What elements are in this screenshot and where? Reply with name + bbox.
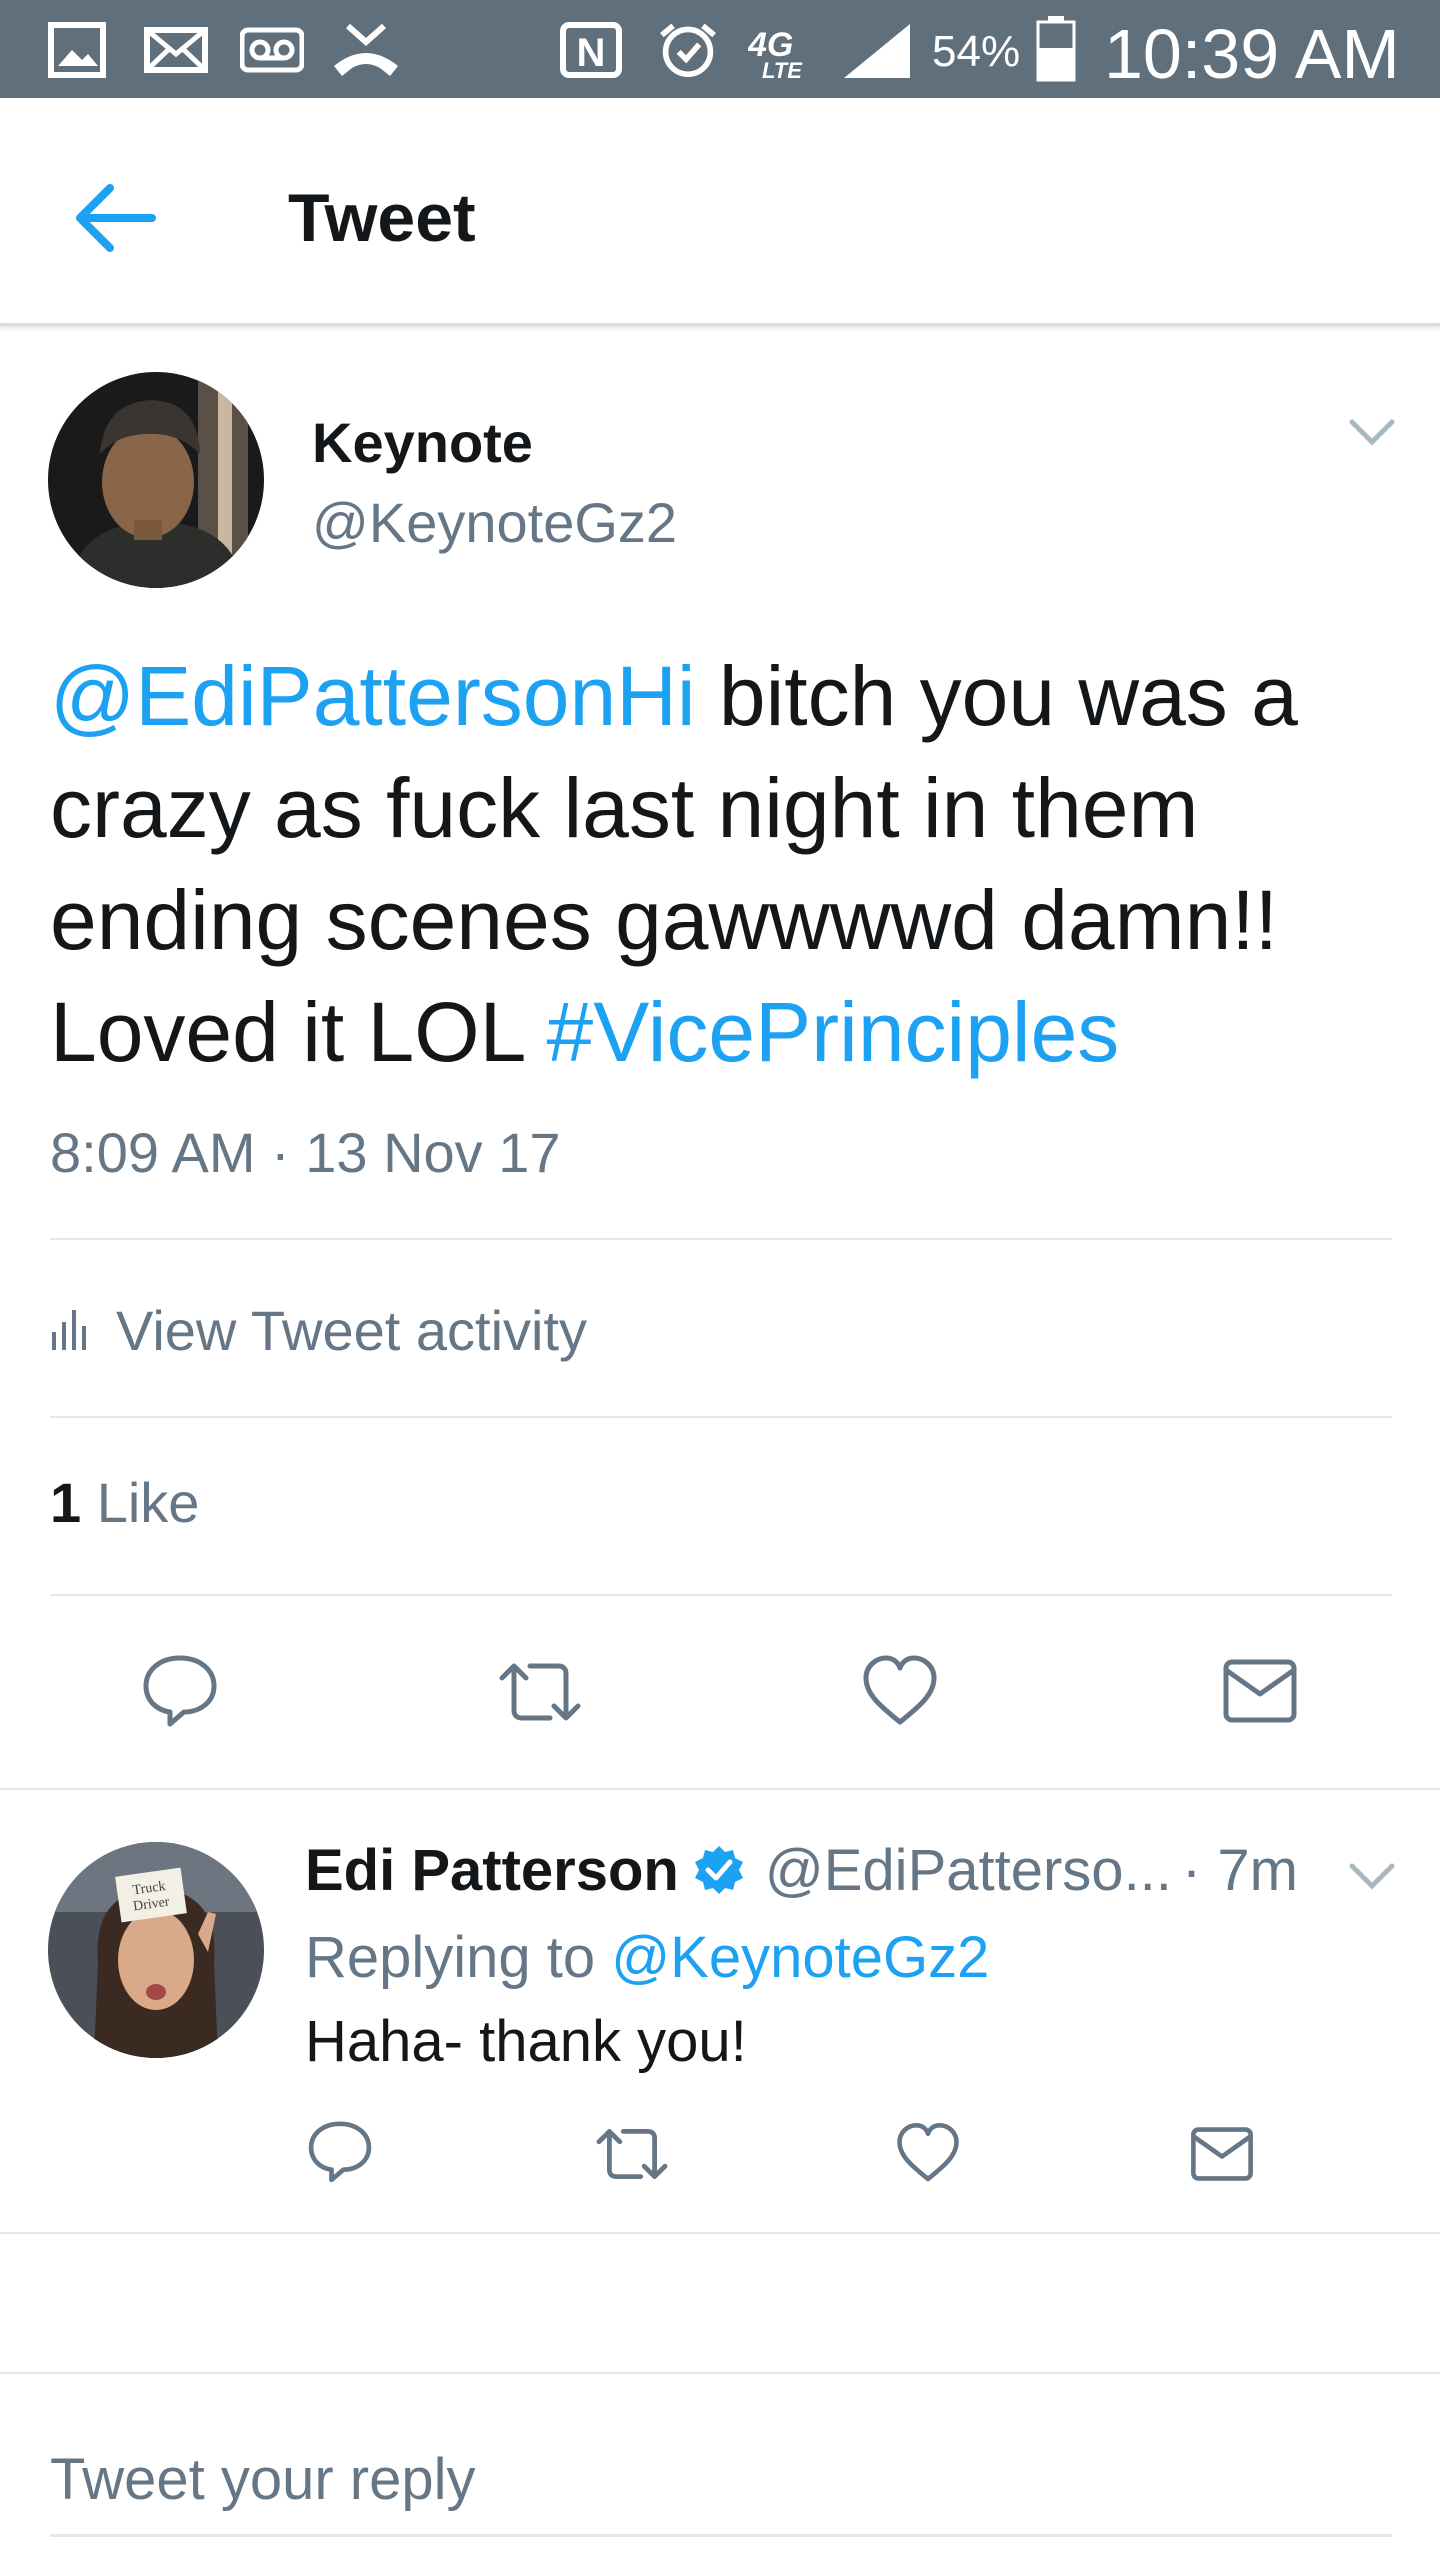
reply-author-avatar[interactable]: Truck Driver xyxy=(48,1842,264,2058)
tweet-timestamp: 8:09 AM · 13 Nov 17 xyxy=(50,1121,561,1184)
reply-header: Edi Patterson @EdiPatterso... · 7m xyxy=(305,1830,1298,1910)
voicemail-icon xyxy=(240,27,304,73)
verified-badge-icon xyxy=(694,1846,743,1894)
like-count[interactable]: 1 Like xyxy=(50,1468,199,1538)
author-avatar[interactable] xyxy=(48,372,264,588)
battery-icon xyxy=(1036,16,1076,82)
missed-call-icon xyxy=(334,23,398,76)
reply-chevron-down-icon[interactable] xyxy=(1346,1858,1398,1894)
reply-time: · 7m xyxy=(1181,1837,1298,1903)
alarm-icon xyxy=(660,23,716,78)
svg-text:LTE: LTE xyxy=(762,58,803,78)
svg-text:N: N xyxy=(577,31,606,75)
divider xyxy=(50,1238,1392,1240)
reply-reply-icon[interactable] xyxy=(306,2118,374,2184)
hashtag-link[interactable]: #VicePrinciples xyxy=(547,985,1120,1079)
like-count-number: 1 xyxy=(50,1471,82,1534)
replying-to-prefix: Replying to xyxy=(305,1925,612,1990)
chevron-down-icon[interactable] xyxy=(1346,414,1398,450)
like-icon[interactable] xyxy=(860,1654,940,1728)
divider xyxy=(50,1416,1392,1418)
like-count-label: Like xyxy=(81,1471,200,1534)
divider xyxy=(50,1594,1392,1596)
author-handle[interactable]: @KeynoteGz2 xyxy=(312,488,677,558)
gallery-icon xyxy=(48,22,106,78)
reply-composer-input[interactable]: Tweet your reply xyxy=(50,2430,1392,2530)
signal-icon xyxy=(844,24,910,78)
retweet-icon[interactable] xyxy=(494,1658,586,1726)
status-bar: N 4G LTE 54% 10:39 AM xyxy=(0,0,1440,98)
clock: 10:39 AM xyxy=(1104,15,1400,93)
reply-share-mail-icon[interactable] xyxy=(1190,2124,1254,2184)
reply-body: Haha- thank you! xyxy=(305,2009,747,2074)
network-4g-icon: 4G LTE xyxy=(748,26,803,78)
tweet-text-line: crazy as fuck last night in them xyxy=(50,761,1199,855)
tweet-body: @EdiPattersonHi bitch you was a crazy as… xyxy=(50,640,1410,1088)
reply-author-name[interactable]: Edi Patterson xyxy=(305,1837,679,1904)
reply-retweet-icon[interactable] xyxy=(592,2124,672,2184)
app-bar: Tweet xyxy=(0,98,1440,326)
battery-percentage: 54% xyxy=(932,27,1021,76)
composer-underline xyxy=(50,2534,1392,2537)
divider xyxy=(0,2232,1440,2234)
reply-author-handle[interactable]: @EdiPatterso... xyxy=(765,1837,1172,1904)
view-activity-link[interactable]: View Tweet activity xyxy=(50,1290,587,1370)
tweet-text-line: Loved it LOL xyxy=(50,985,547,1079)
share-mail-icon[interactable] xyxy=(1222,1656,1298,1726)
arrow-left-icon[interactable] xyxy=(70,178,160,258)
tweet-text-line: ending scenes gawwwwd damn!! xyxy=(50,873,1279,967)
tweet-text-line: bitch you was a xyxy=(695,649,1298,743)
mention-link[interactable]: @EdiPattersonHi xyxy=(50,649,696,743)
reply-like-icon[interactable] xyxy=(894,2122,962,2184)
reply-icon[interactable] xyxy=(140,1652,220,1728)
page-title: Tweet xyxy=(288,180,476,256)
bar-chart-icon xyxy=(52,1310,86,1350)
replying-to: Replying to @KeynoteGz2 xyxy=(305,1918,989,1998)
author-name[interactable]: Keynote xyxy=(312,408,533,478)
divider xyxy=(0,1788,1440,1790)
mail-icon xyxy=(144,27,208,73)
divider xyxy=(0,2372,1440,2374)
view-activity-label[interactable]: View Tweet activity xyxy=(116,1298,587,1363)
nfc-icon: N xyxy=(560,22,622,78)
replying-to-handle[interactable]: @KeynoteGz2 xyxy=(611,1925,989,1990)
